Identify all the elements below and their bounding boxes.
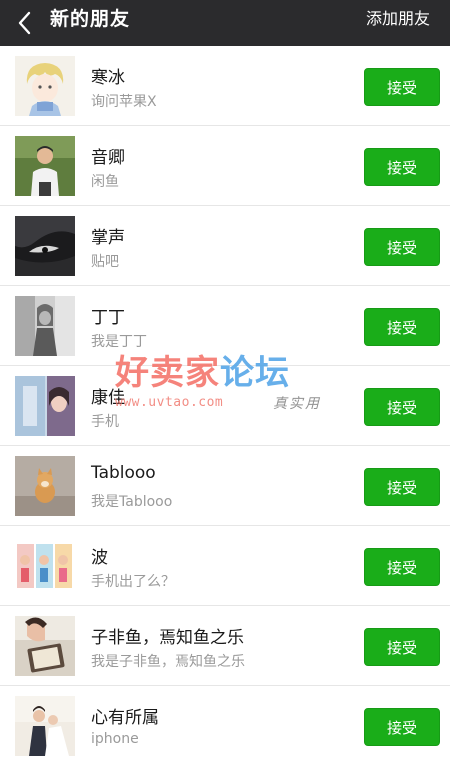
friend-request-row[interactable]: 波 手机出了么？ 接受 [0, 526, 450, 606]
friend-message: 手机出了么？ [91, 574, 175, 590]
back-button[interactable] [8, 0, 42, 46]
friend-request-row[interactable]: 寒冰 询问苹果X 接受 [0, 46, 450, 126]
friend-message: 贴吧 [91, 254, 119, 270]
friend-message: 闲鱼 [91, 174, 119, 190]
avatar[interactable] [15, 216, 75, 276]
accept-button[interactable]: 接受 [364, 228, 440, 266]
friend-name: 寒冰 [91, 68, 125, 88]
friend-message: 我是子非鱼，焉知鱼之乐 [91, 654, 245, 670]
accept-button[interactable]: 接受 [364, 628, 440, 666]
chevron-left-icon [18, 11, 31, 35]
friend-request-row[interactable]: 掌声 贴吧 接受 [0, 206, 450, 286]
friend-name: 波 [91, 548, 108, 568]
friend-message: 我是丁丁 [91, 334, 147, 350]
avatar[interactable] [15, 536, 75, 596]
friend-name: 丁丁 [91, 308, 125, 328]
friend-message: 手机 [91, 414, 119, 430]
accept-button[interactable]: 接受 [364, 308, 440, 346]
avatar[interactable] [15, 616, 75, 676]
avatar[interactable] [15, 696, 75, 756]
title-bar: 新的朋友 添加朋友 [0, 0, 450, 46]
friend-name: 康佳 [91, 388, 125, 408]
accept-button[interactable]: 接受 [364, 148, 440, 186]
accept-button[interactable]: 接受 [364, 468, 440, 506]
friend-request-row[interactable]: 丁丁 我是丁丁 接受 [0, 286, 450, 366]
friend-name: 子非鱼，焉知鱼之乐 [91, 628, 244, 648]
accept-button[interactable]: 接受 [364, 68, 440, 106]
avatar[interactable] [15, 296, 75, 356]
friend-request-row[interactable]: 音卿 闲鱼 接受 [0, 126, 450, 206]
accept-button[interactable]: 接受 [364, 708, 440, 746]
friend-request-row[interactable]: 子非鱼，焉知鱼之乐 我是子非鱼，焉知鱼之乐 接受 [0, 606, 450, 686]
friend-message: 我是Tablooo [91, 494, 173, 510]
avatar[interactable] [15, 456, 75, 516]
friend-name: 音卿 [91, 148, 125, 168]
avatar[interactable] [15, 136, 75, 196]
friend-request-row[interactable]: 心有所属 iphone 接受 [0, 686, 450, 766]
friend-request-row[interactable]: Tablooo 我是Tablooo 接受 [0, 446, 450, 526]
friend-name: 掌声 [91, 228, 125, 248]
friend-name: 心有所属 [91, 708, 159, 728]
friend-name: Tablooo [91, 463, 156, 483]
avatar[interactable] [15, 376, 75, 436]
accept-button[interactable]: 接受 [364, 548, 440, 586]
friend-request-list: 寒冰 询问苹果X 接受 音卿 闲鱼 接受 掌声 贴吧 接受 丁丁 我是丁丁 接受… [0, 46, 450, 766]
avatar[interactable] [15, 56, 75, 116]
friend-message: iphone [91, 731, 139, 747]
accept-button[interactable]: 接受 [364, 388, 440, 426]
friend-message: 询问苹果X [91, 94, 157, 110]
page-title: 新的朋友 [50, 8, 131, 30]
friend-request-row[interactable]: 康佳 手机 接受 [0, 366, 450, 446]
add-friend-button[interactable]: 添加朋友 [366, 0, 430, 38]
